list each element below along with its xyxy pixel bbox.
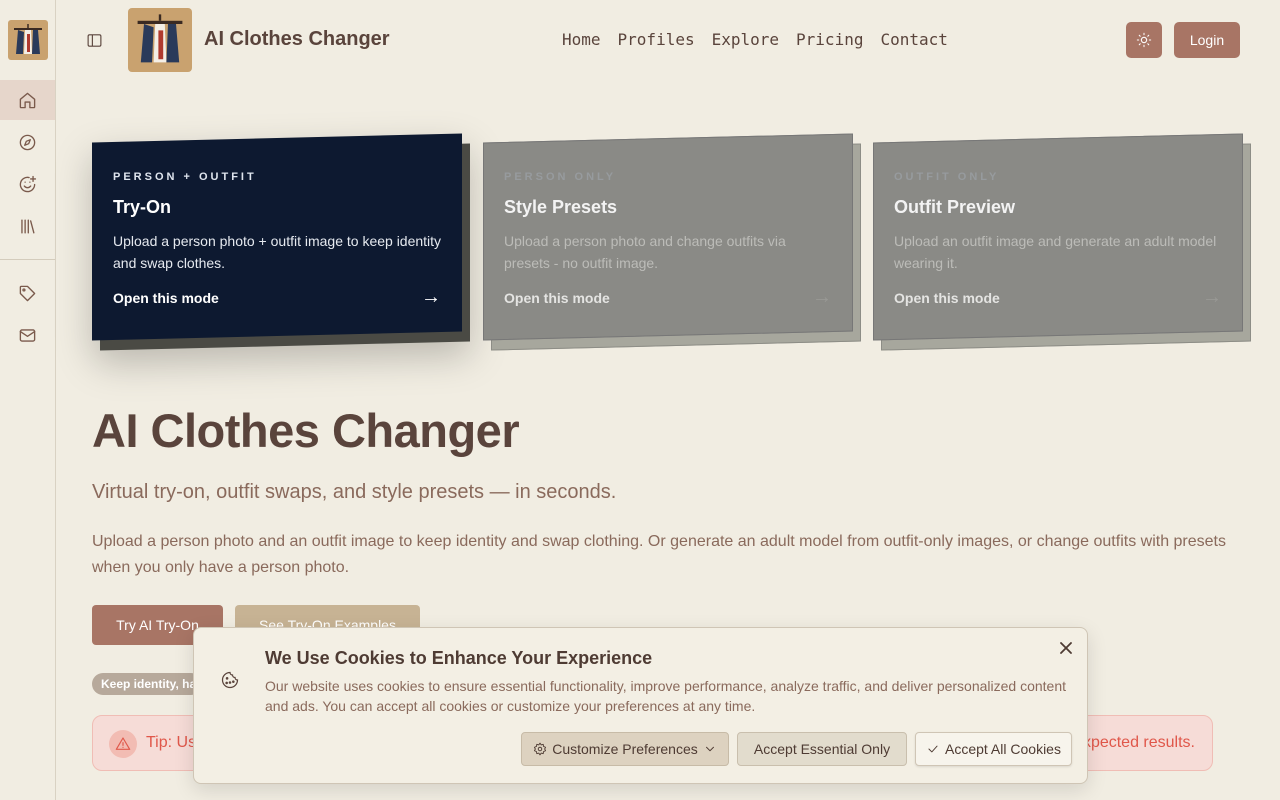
card-content: PERSON ONLY Style Presets Upload a perso… (504, 171, 834, 309)
cookie-close-button[interactable] (1057, 639, 1075, 657)
hero-subtitle: Virtual try-on, outfit swaps, and style … (92, 481, 617, 503)
accept-all-cookies-button[interactable]: Accept All Cookies (915, 732, 1072, 766)
nav-home[interactable]: Home (562, 30, 601, 49)
login-button[interactable]: Login (1174, 22, 1240, 58)
panel-left-icon (87, 33, 101, 47)
nav-profiles[interactable]: Profiles (618, 30, 695, 49)
chevron-down-icon (705, 746, 714, 752)
customize-preferences-button[interactable]: Customize Preferences (521, 732, 729, 766)
card-cta-label: Open this mode (113, 290, 219, 306)
nav-contact[interactable]: Contact (880, 30, 947, 49)
tip-text: Tip: Us (146, 734, 197, 751)
card-kicker: PERSON ONLY (504, 171, 617, 183)
cookie-title: We Use Cookies to Enhance Your Experienc… (265, 648, 653, 668)
card-cta-label: Open this mode (894, 290, 1000, 306)
smile-plus-icon (19, 175, 37, 192)
card-description: Upload a person photo and change outfits… (504, 233, 786, 271)
tag-icon (19, 285, 36, 301)
card-title: Style Presets (504, 197, 618, 217)
customize-preferences-label: Customize Preferences (552, 741, 698, 757)
cookie-banner: We Use Cookies to Enhance Your Experienc… (193, 627, 1088, 784)
rail-library-button[interactable] (0, 206, 55, 246)
feature-pill: Keep identity, hai (92, 673, 202, 695)
sidebar-toggle-button[interactable] (84, 30, 104, 50)
mode-card-try-on[interactable]: PERSON + OUTFIT Try-On Upload a person p… (92, 133, 470, 351)
card-title: Try-On (113, 197, 172, 217)
tip-icon-wrap (109, 730, 137, 758)
rail-explore-button[interactable] (0, 122, 55, 162)
gear-icon (534, 742, 547, 756)
card-cta-label: Open this mode (504, 290, 610, 306)
card-content: PERSON + OUTFIT Try-On Upload a person p… (113, 171, 443, 309)
card-cta[interactable]: Open this mode → (894, 286, 1224, 309)
card-cta[interactable]: Open this mode → (113, 286, 443, 309)
nav-pricing[interactable]: Pricing (796, 30, 863, 49)
card-cta[interactable]: Open this mode → (504, 286, 834, 309)
tip-text-end: xpected results. (1082, 734, 1195, 751)
card-title: Outfit Preview (894, 197, 1016, 217)
rail-contact-button[interactable] (0, 315, 55, 355)
sun-icon (1136, 32, 1152, 48)
card-kicker: OUTFIT ONLY (894, 171, 1000, 183)
theme-toggle-button[interactable] (1126, 22, 1162, 58)
check-icon (928, 745, 938, 753)
arrow-right-icon: → (421, 286, 441, 308)
warning-triangle-icon (115, 737, 131, 750)
compass-icon (19, 134, 36, 150)
card-description: Upload an outfit image and generate an a… (894, 233, 1217, 271)
hero-description: Upload a person photo and an outfit imag… (92, 533, 1226, 576)
card-kicker: PERSON + OUTFIT (113, 171, 257, 183)
close-icon (1060, 642, 1072, 654)
brand-name[interactable]: AI Clothes Changer (204, 28, 390, 51)
mail-icon (19, 328, 36, 342)
accept-essential-button[interactable]: Accept Essential Only (737, 732, 907, 766)
rail-profiles-button[interactable] (0, 164, 55, 204)
arrow-right-icon: → (1202, 286, 1222, 308)
card-content: OUTFIT ONLY Outfit Preview Upload an out… (894, 171, 1224, 309)
main-nav: Home Profiles Explore Pricing Contact (562, 30, 948, 49)
mode-card-outfit-preview[interactable]: OUTFIT ONLY Outfit Preview Upload an out… (873, 133, 1251, 351)
card-description: Upload a person photo + outfit image to … (113, 233, 442, 271)
accept-all-cookies-label: Accept All Cookies (945, 741, 1061, 757)
brand-logo[interactable] (128, 8, 192, 72)
mode-card-style-presets[interactable]: PERSON ONLY Style Presets Upload a perso… (483, 133, 861, 351)
rail-pricing-button[interactable] (0, 273, 55, 313)
home-icon (19, 92, 36, 108)
cookie-text: Our website uses cookies to ensure essen… (265, 678, 1067, 714)
hero-title: AI Clothes Changer (92, 404, 520, 457)
arrow-right-icon: → (812, 286, 832, 308)
clothes-rack-logo-icon (137, 14, 183, 63)
rail-home-button[interactable] (0, 80, 55, 120)
cookie-icon (220, 670, 240, 690)
nav-explore[interactable]: Explore (712, 30, 779, 49)
rail-logo[interactable] (8, 20, 48, 60)
library-icon (21, 218, 35, 234)
left-rail (0, 0, 56, 800)
rail-divider (0, 259, 55, 260)
clothes-rack-logo-icon (14, 24, 42, 54)
